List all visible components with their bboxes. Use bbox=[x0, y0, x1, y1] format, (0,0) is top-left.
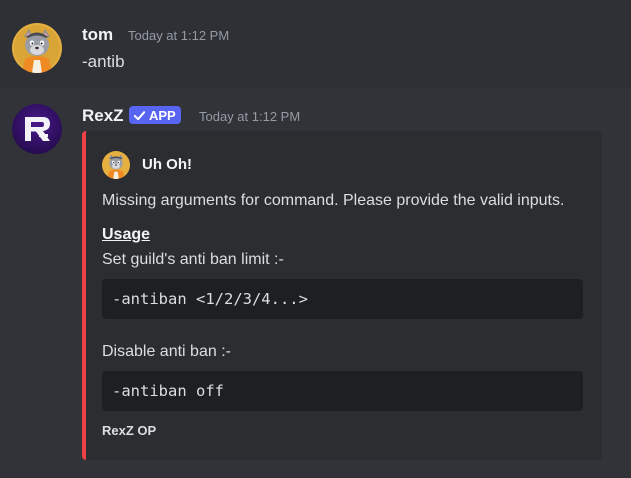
checkmark-icon bbox=[133, 109, 146, 122]
rexz-logo-icon[interactable] bbox=[12, 104, 62, 154]
embed-title: Uh Oh! bbox=[142, 156, 192, 173]
app-badge: APP bbox=[129, 106, 181, 124]
timestamp: Today at 1:12 PM bbox=[128, 28, 230, 43]
embed-footer: RexZ OP bbox=[102, 423, 157, 438]
message-content: -antib bbox=[82, 52, 125, 71]
app-badge-label: APP bbox=[149, 107, 176, 123]
author-name[interactable]: RexZ bbox=[82, 106, 124, 126]
usage-heading: Usage bbox=[102, 226, 151, 243]
timestamp: Today at 1:12 PM bbox=[199, 109, 301, 124]
usage-line: Set guild's anti ban limit :- bbox=[102, 251, 284, 268]
code-block: -antiban off bbox=[102, 371, 583, 411]
cat-avatar-icon bbox=[102, 151, 130, 179]
message-tom: tom Today at 1:12 PM -antib bbox=[0, 0, 631, 88]
embed: Uh Oh! Missing arguments for command. Pl… bbox=[82, 131, 602, 460]
cat-avatar-icon[interactable] bbox=[12, 23, 62, 73]
code-block: -antiban <1/2/3/4...> bbox=[102, 279, 583, 319]
embed-description: Missing arguments for command. Please pr… bbox=[102, 192, 565, 209]
embed-accent-bar bbox=[82, 131, 86, 460]
author-name[interactable]: tom bbox=[82, 25, 113, 45]
usage-line: Disable anti ban :- bbox=[102, 343, 231, 360]
